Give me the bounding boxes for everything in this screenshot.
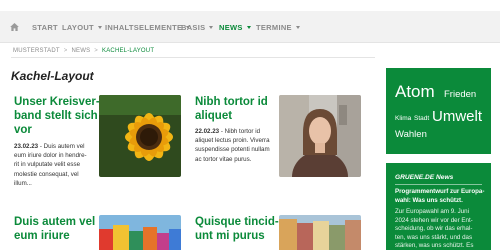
news-item-text-line: 2024 stehen wir vor der Ent- bbox=[395, 216, 473, 224]
colorful-houses-image[interactable] bbox=[99, 215, 181, 250]
card-title-line: band stellt sich bbox=[14, 110, 98, 122]
breadcrumb-separator: > bbox=[94, 48, 99, 54]
card-title-line: Nibh tortor id bbox=[195, 96, 268, 108]
breadcrumb-item-current: KACHEL-LAYOUT bbox=[102, 48, 155, 54]
news-widget: GRUENE.DE News Programmentwurf zur Europ… bbox=[386, 163, 491, 250]
card-teaser-line: suspendisse potenti nullam bbox=[195, 146, 270, 154]
news-item-title[interactable]: Programmentwurf zur Europa- wahl: Was un… bbox=[395, 188, 485, 205]
nav-item-termine[interactable]: TERMINE bbox=[256, 23, 300, 32]
nav-item-basis-label: BASIS bbox=[181, 23, 206, 32]
card-title[interactable]: Duis autem vel eum iriure bbox=[14, 215, 104, 243]
news-item-text-line: scheidung, ob wir das erhal- bbox=[395, 225, 473, 232]
breadcrumb: MUSTERSTADT > NEWS > KACHEL-LAYOUT bbox=[13, 48, 154, 54]
nav-item-news[interactable]: NEWS bbox=[219, 23, 251, 32]
chevron-down-icon bbox=[246, 26, 251, 29]
news-widget-divider bbox=[395, 184, 482, 185]
portrait-image[interactable] bbox=[279, 95, 361, 177]
card-title-line: vor bbox=[14, 124, 32, 136]
card-teaser-line: molestie consequat, vel bbox=[14, 170, 79, 178]
card-teaser-line: aliquet lectus proin. Viverra bbox=[195, 137, 270, 145]
news-item-text-line: Zur Europawahl am 9. Juni bbox=[395, 208, 469, 215]
street-houses-image[interactable] bbox=[279, 215, 361, 250]
news-item-title-line: wahl: Was uns schützt. bbox=[395, 196, 463, 204]
nav-item-layout-label: LAYOUT bbox=[62, 23, 94, 32]
news-item-title-line: Programmentwurf zur Europa- bbox=[395, 188, 485, 195]
card-title-line: Quisque tincid- bbox=[195, 216, 279, 228]
card-date: 22.02.23 bbox=[195, 128, 220, 135]
card-teaser-line: 23.02.23 - Duis autem vel bbox=[14, 142, 106, 151]
page-title: Kachel-Layout bbox=[11, 69, 94, 83]
tag-frieden[interactable]: Frieden bbox=[444, 89, 476, 100]
tag-wahlen[interactable]: Wahlen bbox=[395, 129, 427, 140]
card-teaser-line: ac tortor vitae purus. bbox=[195, 155, 252, 163]
sunflower-image[interactable] bbox=[99, 95, 181, 177]
card-title-line: Duis autem vel bbox=[14, 216, 96, 228]
tag-stadt[interactable]: Stadt bbox=[414, 115, 429, 122]
tag-klima[interactable]: Klima bbox=[395, 115, 411, 122]
divider bbox=[11, 57, 375, 58]
nav-item-inhaltselemente-label: INHALTSELEMENTE bbox=[105, 23, 183, 32]
chevron-down-icon bbox=[295, 26, 300, 29]
breadcrumb-item-news[interactable]: NEWS bbox=[71, 48, 90, 54]
chevron-down-icon bbox=[209, 26, 214, 29]
nav-item-inhaltselemente[interactable]: INHALTSELEMENTE bbox=[105, 23, 191, 32]
card-title[interactable]: Nibh tortor id aliquet bbox=[195, 95, 285, 123]
card-teaser-line: rit in vulputate velit esse bbox=[14, 161, 81, 169]
card-teaser-text: - Nibh tortor id bbox=[220, 128, 261, 135]
nav-item-start[interactable]: START bbox=[32, 23, 58, 32]
card-title-line: unt mi purus bbox=[195, 230, 265, 242]
news-item-text: Zur Europawahl am 9. Juni 2024 stehen wi… bbox=[395, 208, 485, 251]
main-navigation: START LAYOUT INHALTSELEMENTE BASIS NEWS … bbox=[0, 11, 500, 43]
card-teaser-line: 22.02.23 - Nibh tortor id bbox=[195, 127, 285, 136]
breadcrumb-separator: > bbox=[63, 48, 68, 54]
card-teaser: 23.02.23 - Duis autem vel eum iriure dol… bbox=[14, 142, 106, 188]
nav-item-termine-label: TERMINE bbox=[256, 23, 292, 32]
card-title-line: aliquet bbox=[195, 110, 233, 122]
tag-cloud: Atom Frieden Klima Stadt Umwelt Wahlen bbox=[386, 68, 491, 154]
card-teaser: 22.02.23 - Nibh tortor id aliquet lectus… bbox=[195, 127, 285, 164]
nav-item-basis[interactable]: BASIS bbox=[181, 23, 214, 32]
home-icon[interactable] bbox=[10, 22, 19, 32]
nav-item-layout[interactable]: LAYOUT bbox=[62, 23, 102, 32]
card-title-line: eum iriure bbox=[14, 230, 70, 242]
card-title-line: Unser Kreisver- bbox=[14, 96, 100, 108]
top-strip bbox=[0, 0, 500, 11]
nav-item-news-label: NEWS bbox=[219, 23, 243, 32]
card-title[interactable]: Quisque tincid- unt mi purus bbox=[195, 215, 285, 243]
card-date: 23.02.23 bbox=[14, 143, 39, 150]
tag-umwelt[interactable]: Umwelt bbox=[432, 108, 482, 125]
card-title[interactable]: Unser Kreisver- band stellt sich vor bbox=[14, 95, 104, 137]
news-widget-heading: GRUENE.DE News bbox=[395, 174, 454, 181]
chevron-down-icon bbox=[97, 26, 102, 29]
news-item-text-line: stärken, was uns schützt. Es bbox=[395, 242, 474, 249]
tag-atom[interactable]: Atom bbox=[395, 82, 435, 102]
breadcrumb-item-musterstadt[interactable]: MUSTERSTADT bbox=[13, 48, 60, 54]
news-item-text-line: ten, was uns stärkt, und das bbox=[395, 233, 473, 241]
card-teaser-text: - Duis autem vel bbox=[39, 143, 85, 150]
card-teaser-line: eum iriure dolor in hendre- bbox=[14, 152, 87, 160]
card-teaser-line: illum... bbox=[14, 179, 32, 187]
